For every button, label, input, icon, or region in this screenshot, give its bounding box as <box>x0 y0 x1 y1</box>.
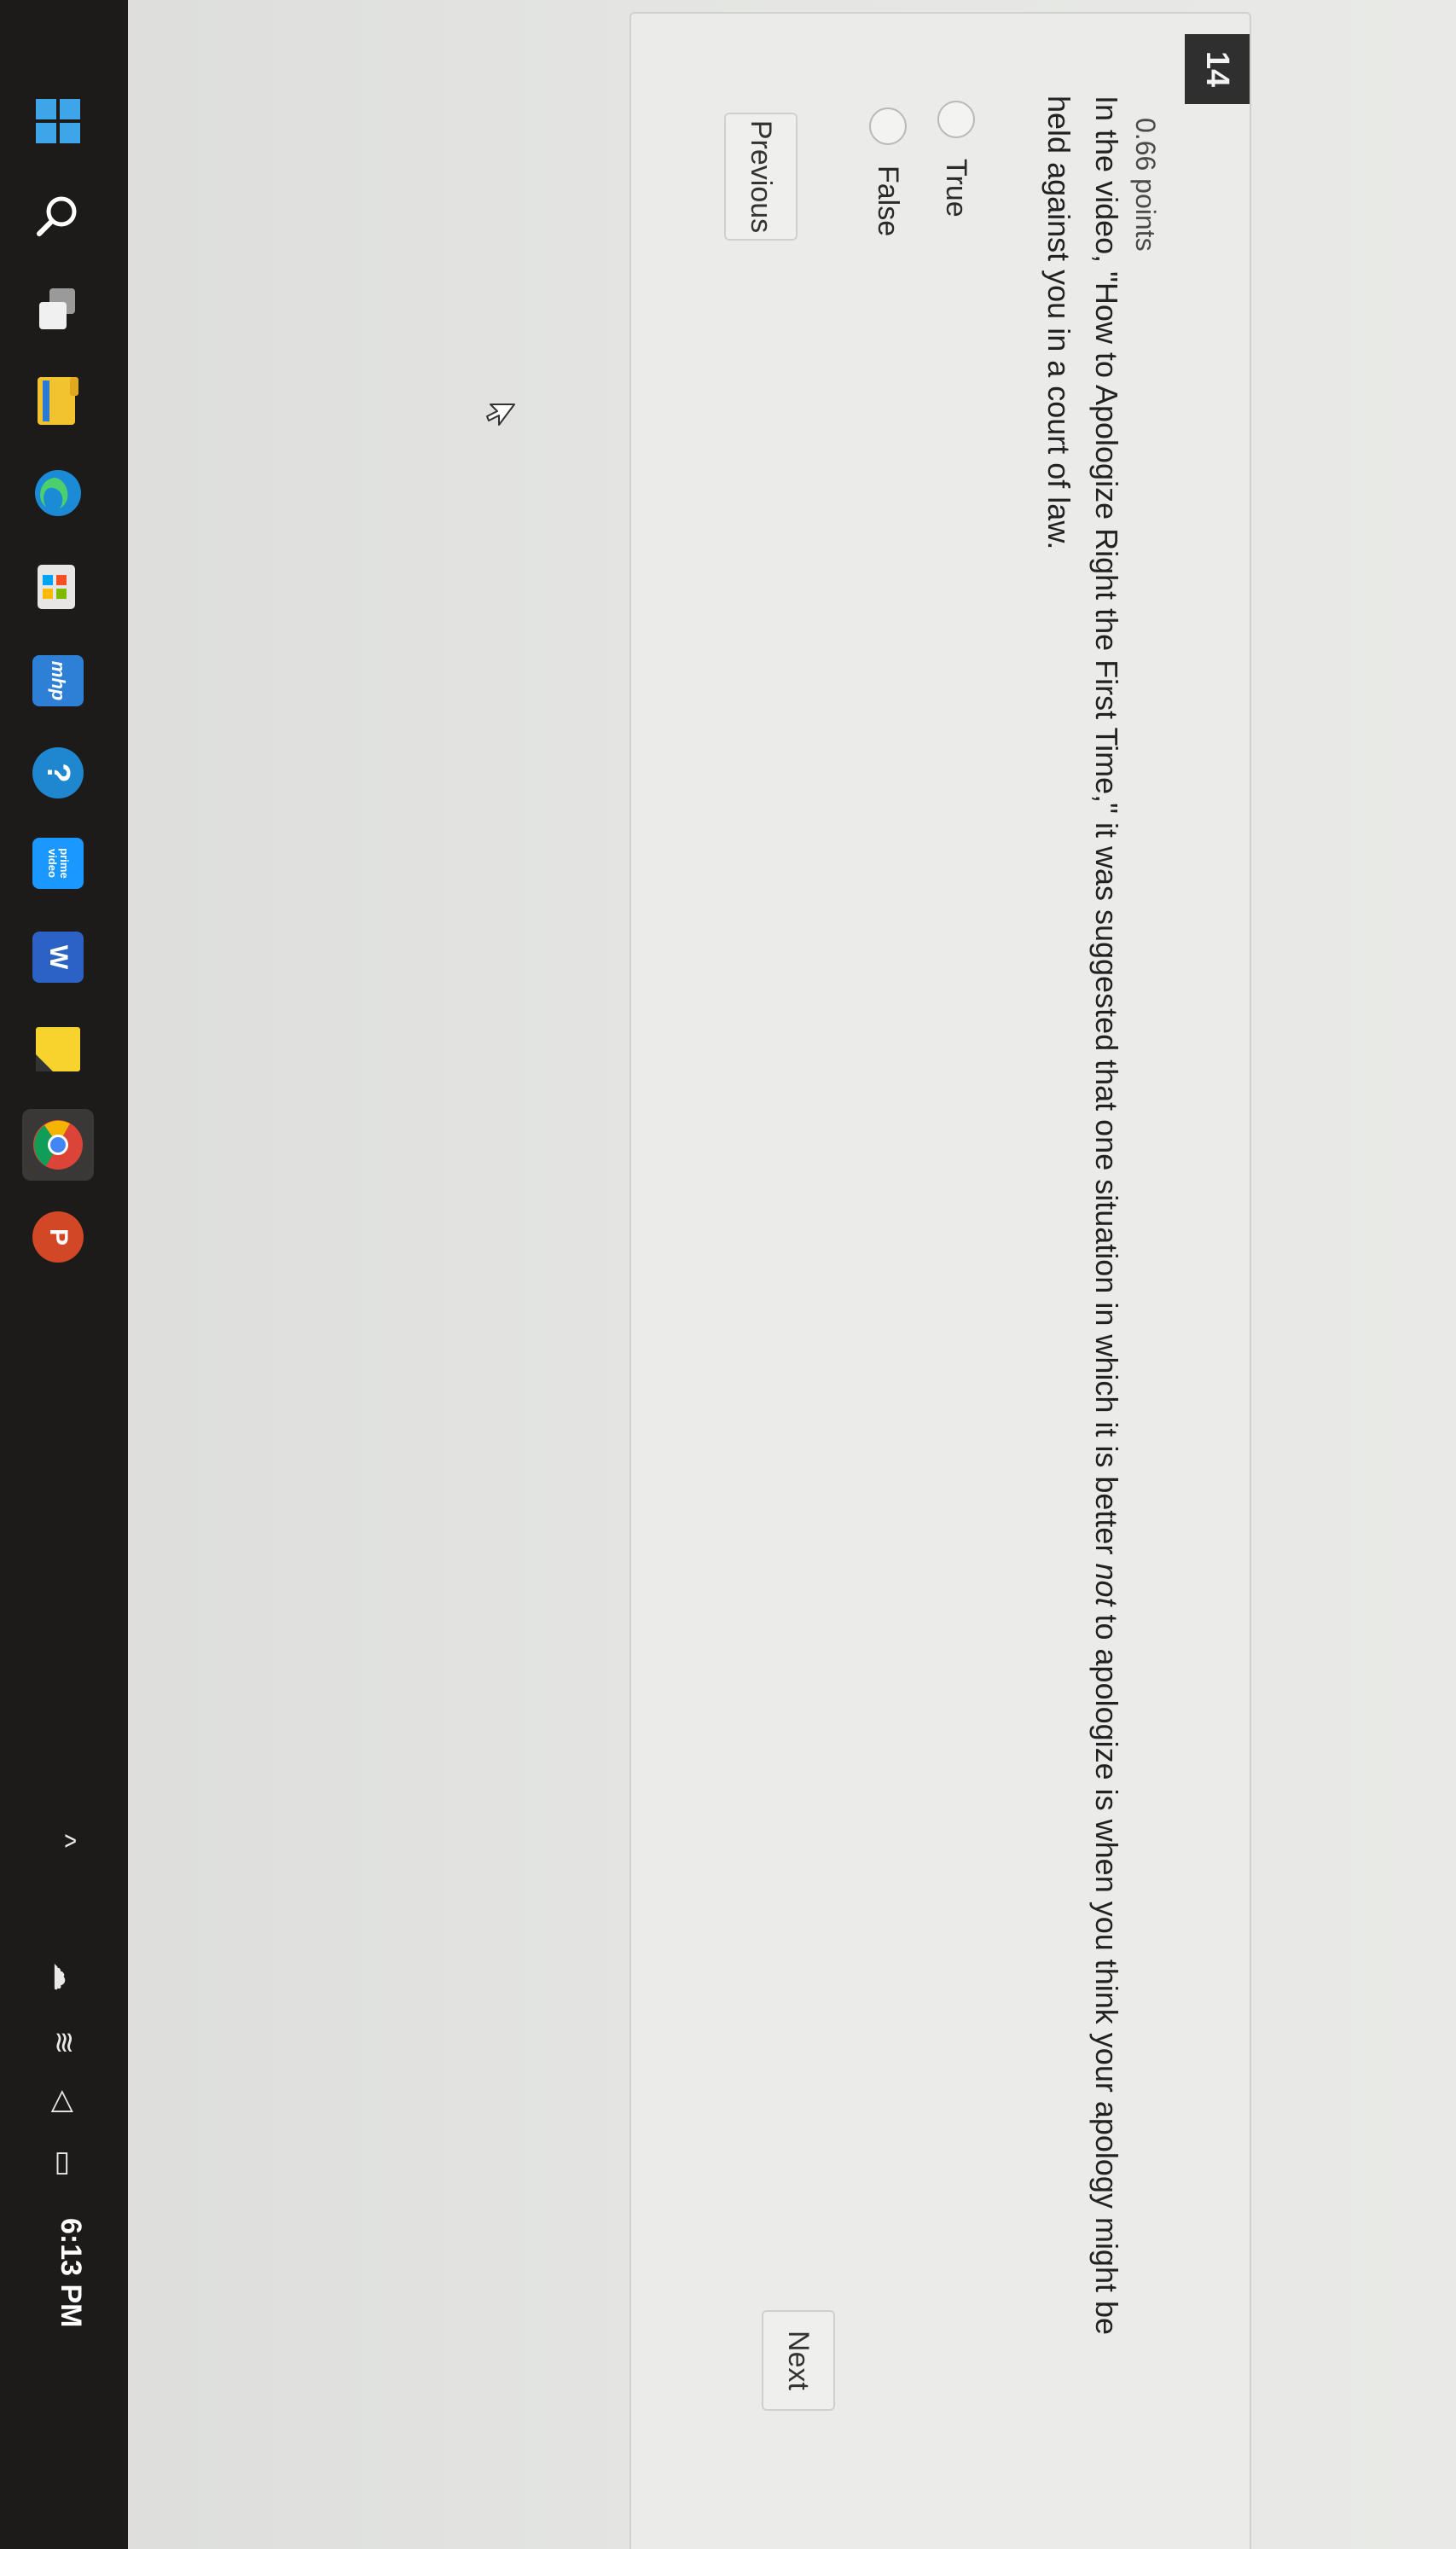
wifi-icon[interactable]: ≋ <box>47 2030 81 2055</box>
question-card: 14 0.66 points In the video, "How to Apo… <box>629 12 1251 2549</box>
app-glyph: mhp <box>48 660 69 701</box>
option-false[interactable]: False <box>869 107 907 236</box>
question-points: 0.66 points <box>1130 118 1161 252</box>
prime-video-icon[interactable]: prime video <box>32 838 84 889</box>
windows-start-icon[interactable] <box>32 96 84 147</box>
app-glyph: prime video <box>46 848 71 879</box>
app-glyph: ? <box>40 763 77 783</box>
chevron-up-icon[interactable]: ^ <box>48 1834 81 1848</box>
taskbar: mhp ? prime video W P ^ ☁ ≋ ◁ ▭ 6:13 PM <box>0 0 128 2549</box>
clock-time[interactable]: 6:13 PM <box>54 2218 87 2328</box>
battery-icon[interactable]: ▭ <box>47 2150 81 2177</box>
onedrive-icon[interactable]: ☁ <box>47 1962 81 1991</box>
mcgraw-hill-icon[interactable]: mhp <box>32 655 84 706</box>
help-icon[interactable]: ? <box>32 747 84 798</box>
task-view-icon[interactable] <box>32 283 84 334</box>
radio-button[interactable] <box>869 107 907 145</box>
sticky-notes-icon[interactable] <box>32 1024 84 1075</box>
microsoft-store-icon[interactable] <box>32 561 84 613</box>
question-text: In the video, "How to Apologize Right th… <box>1035 96 1130 2399</box>
option-label: False <box>872 165 905 237</box>
question-text-emphasis: not <box>1089 1563 1124 1606</box>
option-label: True <box>940 159 973 218</box>
edge-browser-icon[interactable] <box>32 467 84 519</box>
app-glyph: W <box>44 944 73 970</box>
question-number-badge: 14 <box>1185 34 1250 104</box>
powerpoint-icon[interactable]: P <box>32 1211 84 1263</box>
previous-button[interactable]: Previous <box>724 113 798 241</box>
chrome-icon[interactable] <box>22 1109 94 1181</box>
next-button[interactable]: Next <box>762 2310 835 2411</box>
app-glyph: P <box>44 1228 73 1245</box>
word-icon[interactable]: W <box>32 932 84 983</box>
radio-button[interactable] <box>937 101 975 138</box>
volume-icon[interactable]: ◁ <box>47 2090 81 2112</box>
search-icon[interactable] <box>32 189 84 241</box>
option-true[interactable]: True <box>937 101 975 218</box>
question-text-part: In the video, "How to Apologize Right th… <box>1089 96 1124 1564</box>
screen: 14 0.66 points In the video, "How to Apo… <box>0 0 1456 2549</box>
file-explorer-icon[interactable] <box>32 375 84 427</box>
mouse-pointer-icon <box>484 401 518 435</box>
